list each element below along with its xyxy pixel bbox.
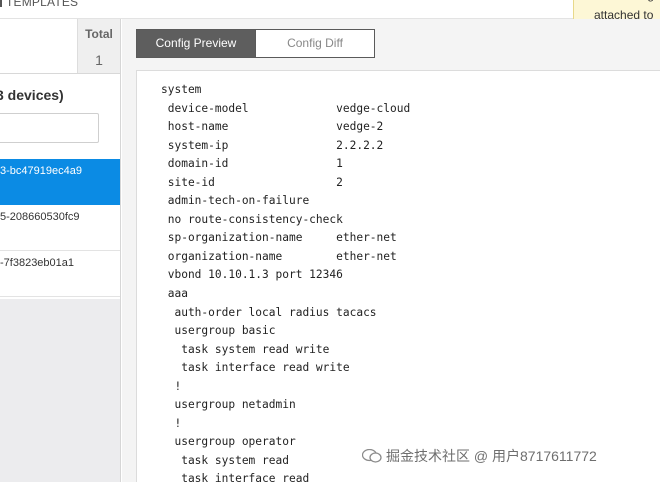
total-label: Total	[85, 27, 113, 41]
total-column: Total 1	[77, 19, 120, 73]
devices-heading: 3 devices)	[0, 87, 64, 103]
device-list-item[interactable]: -7f3823eb01a1	[0, 251, 120, 297]
device-list-item[interactable]: 3-bc47919ec4a9	[0, 159, 120, 205]
wechat-icon	[361, 448, 382, 463]
title-bar-mark	[0, 0, 2, 7]
config-preview-pane: system device-model vedge-cloud host-nam…	[136, 70, 660, 482]
config-tabs: Config Preview Config Diff	[136, 29, 375, 58]
device-id: -7f3823eb01a1	[0, 257, 75, 269]
device-id: 5-208660530fc9	[0, 211, 80, 223]
config-line: no route-consistency-check	[161, 212, 343, 226]
config-line: admin-tech-on-failure	[161, 194, 310, 208]
config-line: domain-id 1	[161, 157, 343, 171]
config-line: task interface read write	[161, 361, 350, 375]
config-line: system	[161, 83, 202, 96]
config-line: task interface read	[161, 472, 310, 482]
config-line: !	[161, 416, 182, 430]
divider	[0, 73, 120, 74]
watermark-text: 掘金技术社区 @ 用户8717611772	[386, 448, 597, 464]
device-list: 3-bc47919ec4a9 5-208660530fc9 -7f3823eb0…	[0, 159, 120, 297]
device-id: 3-bc47919ec4a9	[0, 165, 82, 177]
config-line: system-ip 2.2.2.2	[161, 138, 384, 152]
config-line: auth-order local radius tacacs	[161, 305, 377, 319]
device-list-item[interactable]: 5-208660530fc9	[0, 205, 120, 251]
config-line: host-name vedge-2	[161, 120, 384, 134]
config-text: system device-model vedge-cloud host-nam…	[161, 81, 410, 482]
top-bar: TEMPLATES	[0, 0, 660, 19]
tab-config-preview[interactable]: Config Preview	[136, 29, 256, 58]
tooltip-line-1: g	[647, 0, 654, 2]
config-line: usergroup netadmin	[161, 398, 296, 412]
config-line: task system read write	[161, 342, 330, 356]
config-line: aaa	[161, 287, 188, 301]
config-line: organization-name ether-net	[161, 249, 397, 263]
device-panel: Total 1 3 devices) 3-bc47919ec4a9 5-2086…	[0, 19, 121, 482]
config-line: site-id 2	[161, 175, 343, 189]
watermark: 掘金技术社区 @ 用户8717611772	[361, 446, 597, 466]
config-line: usergroup basic	[161, 324, 276, 338]
section-title-text: TEMPLATES	[6, 0, 79, 9]
section-title: TEMPLATES	[0, 0, 78, 9]
config-line: sp-organization-name ether-net	[161, 231, 397, 245]
tab-config-diff[interactable]: Config Diff	[256, 29, 375, 58]
config-line: device-model vedge-cloud	[161, 101, 411, 115]
config-line: !	[161, 379, 182, 393]
config-main: Config Preview Config Diff system device…	[122, 19, 660, 482]
total-value: 1	[95, 52, 103, 68]
config-line: vbond 10.10.1.3 port 12346	[161, 268, 343, 282]
device-search-input[interactable]	[0, 113, 99, 143]
